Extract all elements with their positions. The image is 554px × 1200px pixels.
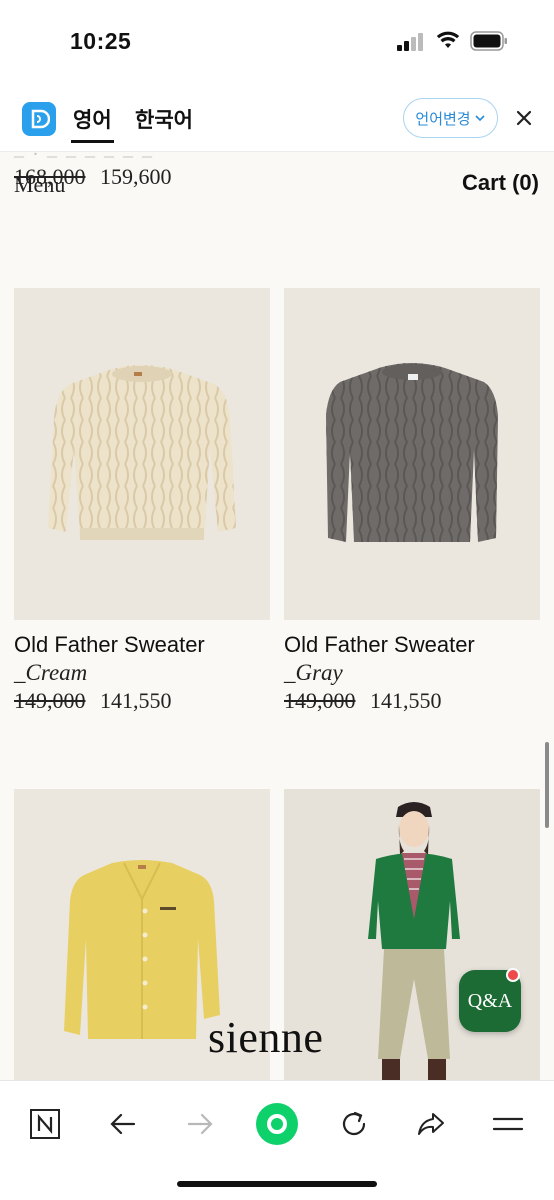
back-arrow-icon[interactable] (100, 1101, 146, 1147)
forward-arrow-icon[interactable] (177, 1101, 223, 1147)
change-language-button[interactable]: 언어변경 (403, 98, 498, 138)
reload-icon[interactable] (331, 1101, 377, 1147)
home-indicator (177, 1181, 377, 1187)
page: 10:25 영어 한국어 언어변경 _ . _ _ _ _ _ _ 168,00… (0, 0, 554, 1200)
product-image-cream-sweater[interactable] (14, 288, 270, 620)
wifi-icon (436, 31, 460, 48)
product-name[interactable]: Old Father Sweater (284, 632, 475, 658)
tab-korean[interactable]: 한국어 (135, 104, 193, 134)
previous-item-sale-price: 159,600 (100, 164, 172, 189)
product-variant[interactable]: _Gray (284, 660, 343, 686)
product-variant[interactable]: _Cream (14, 660, 87, 686)
cellular-signal-icon (397, 33, 423, 51)
brand-logo[interactable]: sienne (208, 1012, 323, 1063)
battery-icon (470, 31, 507, 51)
product-image-gray-sweater[interactable] (284, 288, 540, 620)
menu-icon[interactable] (485, 1101, 531, 1147)
product-original-price: 149,000 (284, 688, 356, 713)
tab-english[interactable]: 영어 (73, 104, 112, 134)
status-time: 10:25 (70, 28, 132, 54)
menu-link[interactable]: Menu (14, 172, 65, 198)
qa-button-label: Q&A (467, 989, 513, 1012)
share-icon[interactable] (408, 1101, 454, 1147)
close-icon[interactable] (512, 106, 536, 130)
product-sale-price: 141,550 (370, 688, 442, 713)
page-scrollbar[interactable] (545, 742, 549, 828)
product-name[interactable]: Old Father Sweater (14, 632, 205, 658)
notification-dot (506, 968, 520, 982)
naver-n-icon[interactable] (22, 1101, 68, 1147)
chevron-down-icon (475, 115, 485, 122)
previous-item-name-faded: _ . _ _ _ _ _ _ (14, 138, 154, 160)
change-language-label: 언어변경 (415, 110, 471, 128)
translate-app-logo-icon (22, 102, 56, 136)
cart-link[interactable]: Cart (0) (462, 170, 539, 196)
product-original-price: 149,000 (14, 688, 86, 713)
green-dot-icon[interactable] (254, 1101, 300, 1147)
status-bar: 10:25 (0, 0, 554, 84)
product-sale-price: 141,550 (100, 688, 172, 713)
